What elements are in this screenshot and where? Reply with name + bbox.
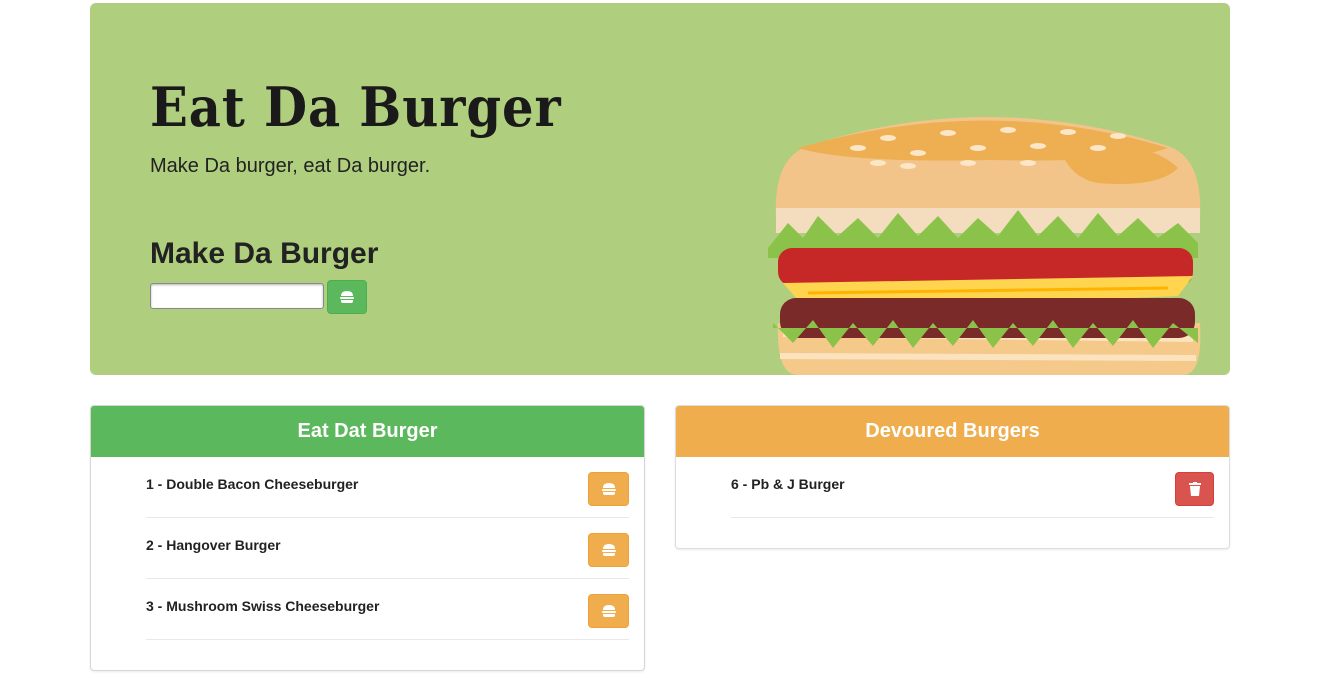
burger-icon bbox=[340, 291, 354, 303]
list-item: 6 - Pb & J Burger bbox=[731, 457, 1214, 518]
eat-burger-panel: Eat Dat Burger 1 - Double Bacon Cheesebu… bbox=[90, 405, 645, 671]
burger-name: 2 - Hangover Burger bbox=[146, 537, 281, 553]
devoured-burgers-heading: Devoured Burgers bbox=[676, 406, 1229, 457]
eat-burger-list: 1 - Double Bacon Cheeseburger 2 - Hangov… bbox=[146, 457, 629, 640]
burger-icon bbox=[601, 483, 616, 495]
list-item: 3 - Mushroom Swiss Cheeseburger bbox=[146, 579, 629, 640]
burger-name: 1 - Double Bacon Cheeseburger bbox=[146, 476, 359, 492]
devoured-burgers-panel: Devoured Burgers 6 - Pb & J Burger bbox=[675, 405, 1230, 549]
burger-name-input[interactable] bbox=[150, 283, 324, 309]
trash-icon bbox=[1188, 482, 1201, 496]
jumbotron-header: Eat Da Burger Make Da burger, eat Da bur… bbox=[90, 3, 1230, 375]
page-title: Eat Da Burger bbox=[150, 75, 562, 139]
burger-illustration bbox=[768, 117, 1201, 375]
eat-burger-heading: Eat Dat Burger bbox=[91, 406, 644, 457]
list-item: 1 - Double Bacon Cheeseburger bbox=[146, 457, 629, 518]
burger-name: 6 - Pb & J Burger bbox=[731, 476, 845, 492]
devour-button[interactable] bbox=[588, 472, 629, 506]
devour-button[interactable] bbox=[588, 533, 629, 567]
burger-icon bbox=[601, 544, 616, 556]
list-item: 2 - Hangover Burger bbox=[146, 518, 629, 579]
devoured-burgers-list: 6 - Pb & J Burger bbox=[731, 457, 1214, 518]
delete-button[interactable] bbox=[1175, 472, 1214, 506]
burger-name: 3 - Mushroom Swiss Cheeseburger bbox=[146, 598, 380, 614]
add-burger-button[interactable] bbox=[327, 280, 367, 314]
devour-button[interactable] bbox=[588, 594, 629, 628]
make-burger-label: Make Da Burger bbox=[150, 237, 379, 270]
burger-icon bbox=[601, 605, 616, 617]
page-subtitle: Make Da burger, eat Da burger. bbox=[150, 155, 431, 177]
